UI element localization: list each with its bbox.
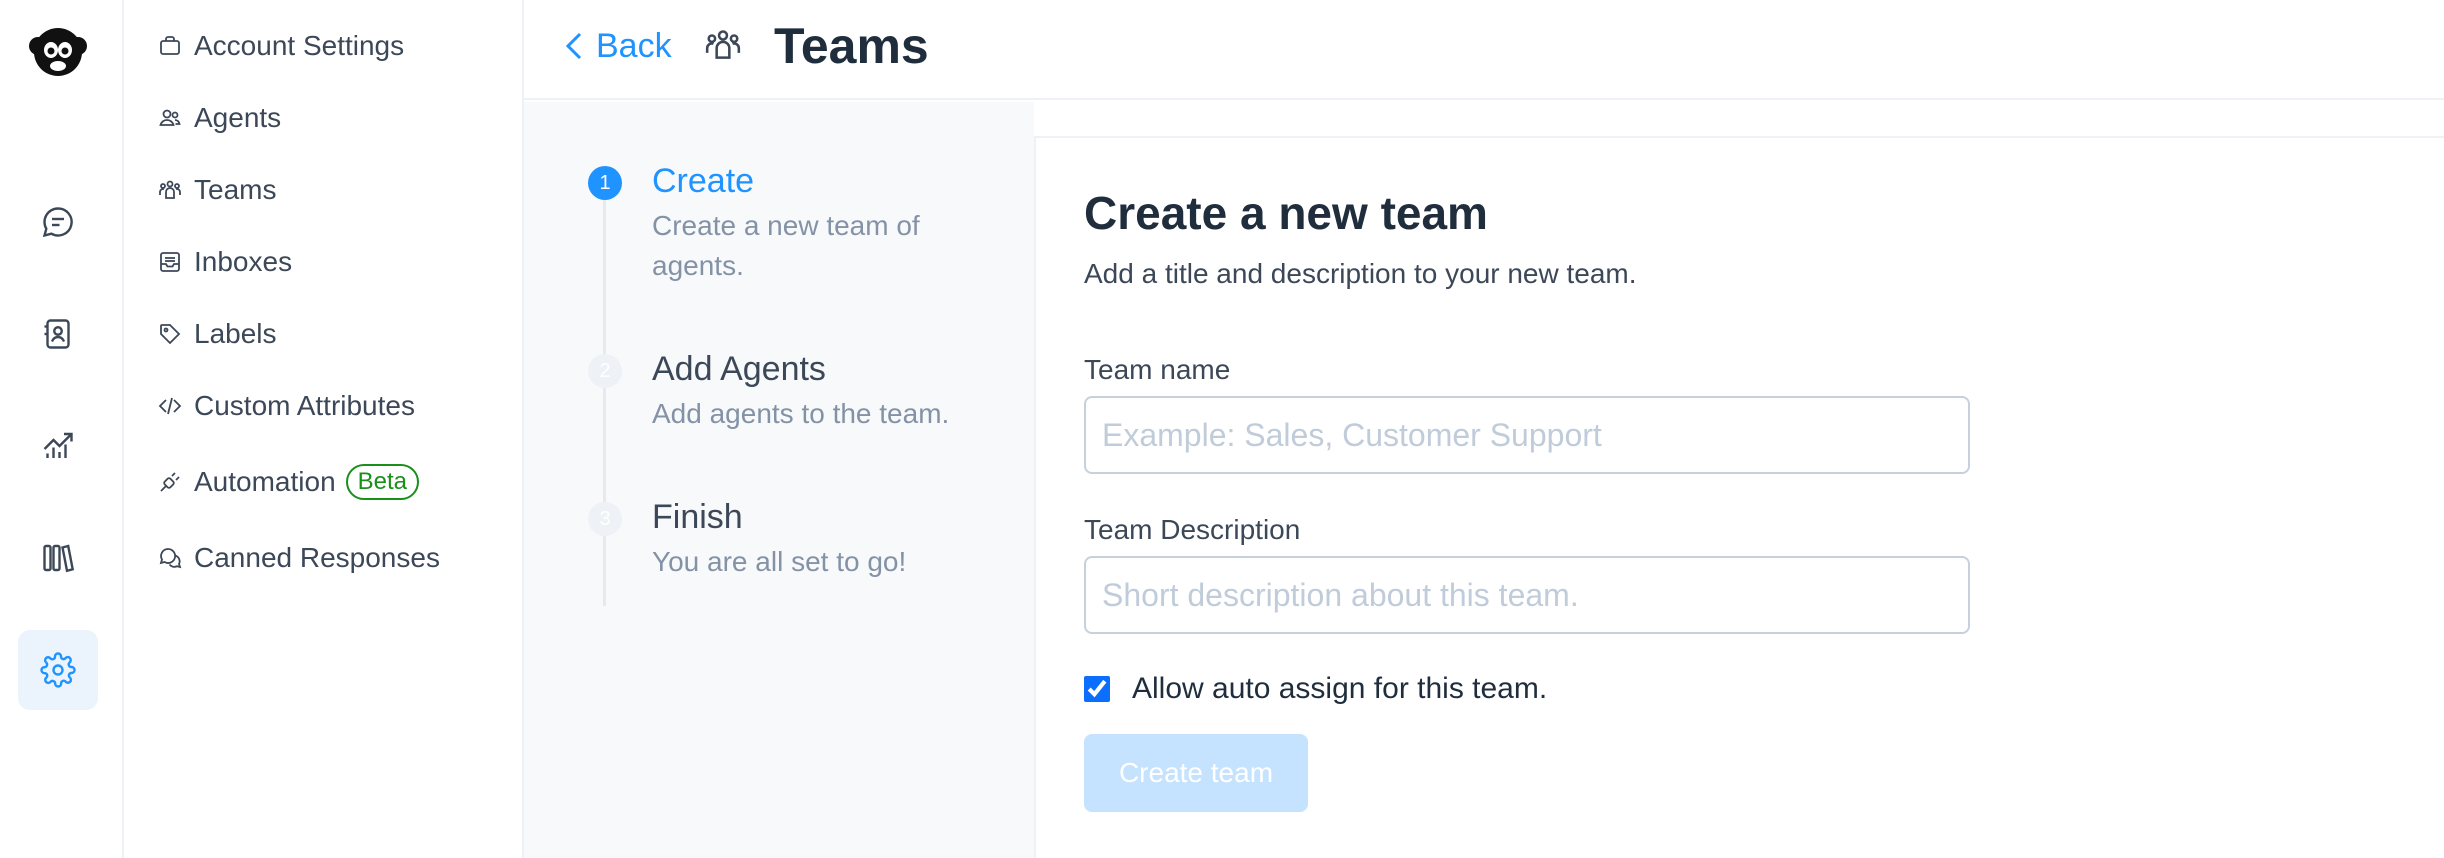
- sidebar-item-label: Labels: [194, 318, 277, 349]
- create-team-button[interactable]: Create team: [1084, 734, 1308, 812]
- page-title: Teams: [774, 18, 929, 74]
- tag-icon: [160, 324, 181, 345]
- form-subtitle: Add a title and description to your new …: [1084, 258, 1637, 289]
- sidebar-item-teams[interactable]: Teams: [158, 165, 276, 215]
- back-label: Back: [596, 26, 672, 65]
- team-description-label: Team Description: [1084, 514, 1301, 545]
- form-title: Create a new team: [1084, 187, 1488, 239]
- team-name-label: Team name: [1084, 354, 1231, 385]
- auto-assign-label[interactable]: Allow auto assign for this team.: [1132, 672, 1547, 706]
- step-title: Add Agents: [652, 350, 826, 388]
- chat-bubble-icon: [42, 207, 73, 238]
- conversations-nav-button[interactable]: [18, 182, 98, 262]
- contacts-nav-button[interactable]: [18, 294, 98, 374]
- step-number-badge: 2: [588, 354, 622, 388]
- briefcase-icon: [160, 36, 180, 55]
- sidebar-item-label: Canned Responses: [194, 542, 440, 573]
- chat-multiple-icon: [159, 548, 182, 569]
- automation-icon: [160, 472, 180, 492]
- sidebar-item-label: Teams: [194, 174, 277, 205]
- library-icon: [43, 544, 75, 573]
- step-number-badge: 3: [588, 502, 622, 536]
- code-icon: [158, 397, 182, 415]
- campaigns-nav-button[interactable]: [18, 518, 98, 598]
- step-title: Create: [652, 162, 755, 200]
- settings-sidebar: Account Settings Agents Teams Inboxes La…: [124, 0, 524, 858]
- chevron-left-icon: [565, 32, 582, 60]
- settings-nav-button[interactable]: [18, 630, 98, 710]
- team-icon: [705, 30, 741, 59]
- sidebar-item-label: Agents: [194, 102, 282, 133]
- team-icon: [159, 180, 181, 199]
- sidebar-item-account-settings[interactable]: Account Settings: [158, 21, 404, 71]
- auto-assign-checkbox[interactable]: [1084, 676, 1110, 702]
- team-description-input[interactable]: [1084, 556, 1970, 634]
- sidebar-item-label: Automation: [194, 466, 336, 497]
- inbox-icon: [160, 252, 180, 272]
- sidebar-item-label: Inboxes: [194, 246, 293, 277]
- beta-badge: Beta: [345, 464, 420, 500]
- team-name-input[interactable]: [1084, 396, 1970, 474]
- step-connector-line: [603, 186, 606, 606]
- sidebar-item-agents[interactable]: Agents: [158, 93, 281, 143]
- step-description: Create a new team of agents.: [652, 210, 920, 281]
- step-number-badge: 1: [588, 166, 622, 200]
- sidebar-item-label: Account Settings: [194, 30, 405, 61]
- people-icon: [159, 109, 181, 126]
- page-header: Back Teams: [524, 0, 2444, 100]
- sidebar-item-labels[interactable]: Labels: [158, 309, 277, 359]
- step-description: You are all set to go!: [652, 546, 907, 577]
- back-button[interactable]: Back: [562, 24, 672, 68]
- sidebar-item-automation[interactable]: Automation Beta: [158, 457, 420, 507]
- sidebar-item-custom-attributes[interactable]: Custom Attributes: [158, 381, 415, 431]
- step-description: Add agents to the team.: [652, 398, 950, 429]
- sidebar-item-canned-responses[interactable]: Canned Responses: [158, 533, 440, 583]
- sidebar-item-inboxes[interactable]: Inboxes: [158, 237, 292, 287]
- gear-icon: [40, 652, 76, 688]
- create-team-form: Create a new team Add a title and descri…: [1034, 136, 2444, 858]
- chatwoot-logo[interactable]: [26, 24, 90, 80]
- primary-nav-rail: [0, 0, 124, 858]
- chart-line-icon: [43, 432, 73, 458]
- step-title: Finish: [652, 498, 743, 536]
- sidebar-item-label: Custom Attributes: [194, 390, 415, 421]
- contact-book-icon: [44, 319, 70, 349]
- wizard-steps: 1 Create Create a new team of agents. 2 …: [524, 102, 1034, 858]
- reports-nav-button[interactable]: [18, 406, 98, 486]
- auto-assign-row: Allow auto assign for this team.: [1084, 672, 1547, 706]
